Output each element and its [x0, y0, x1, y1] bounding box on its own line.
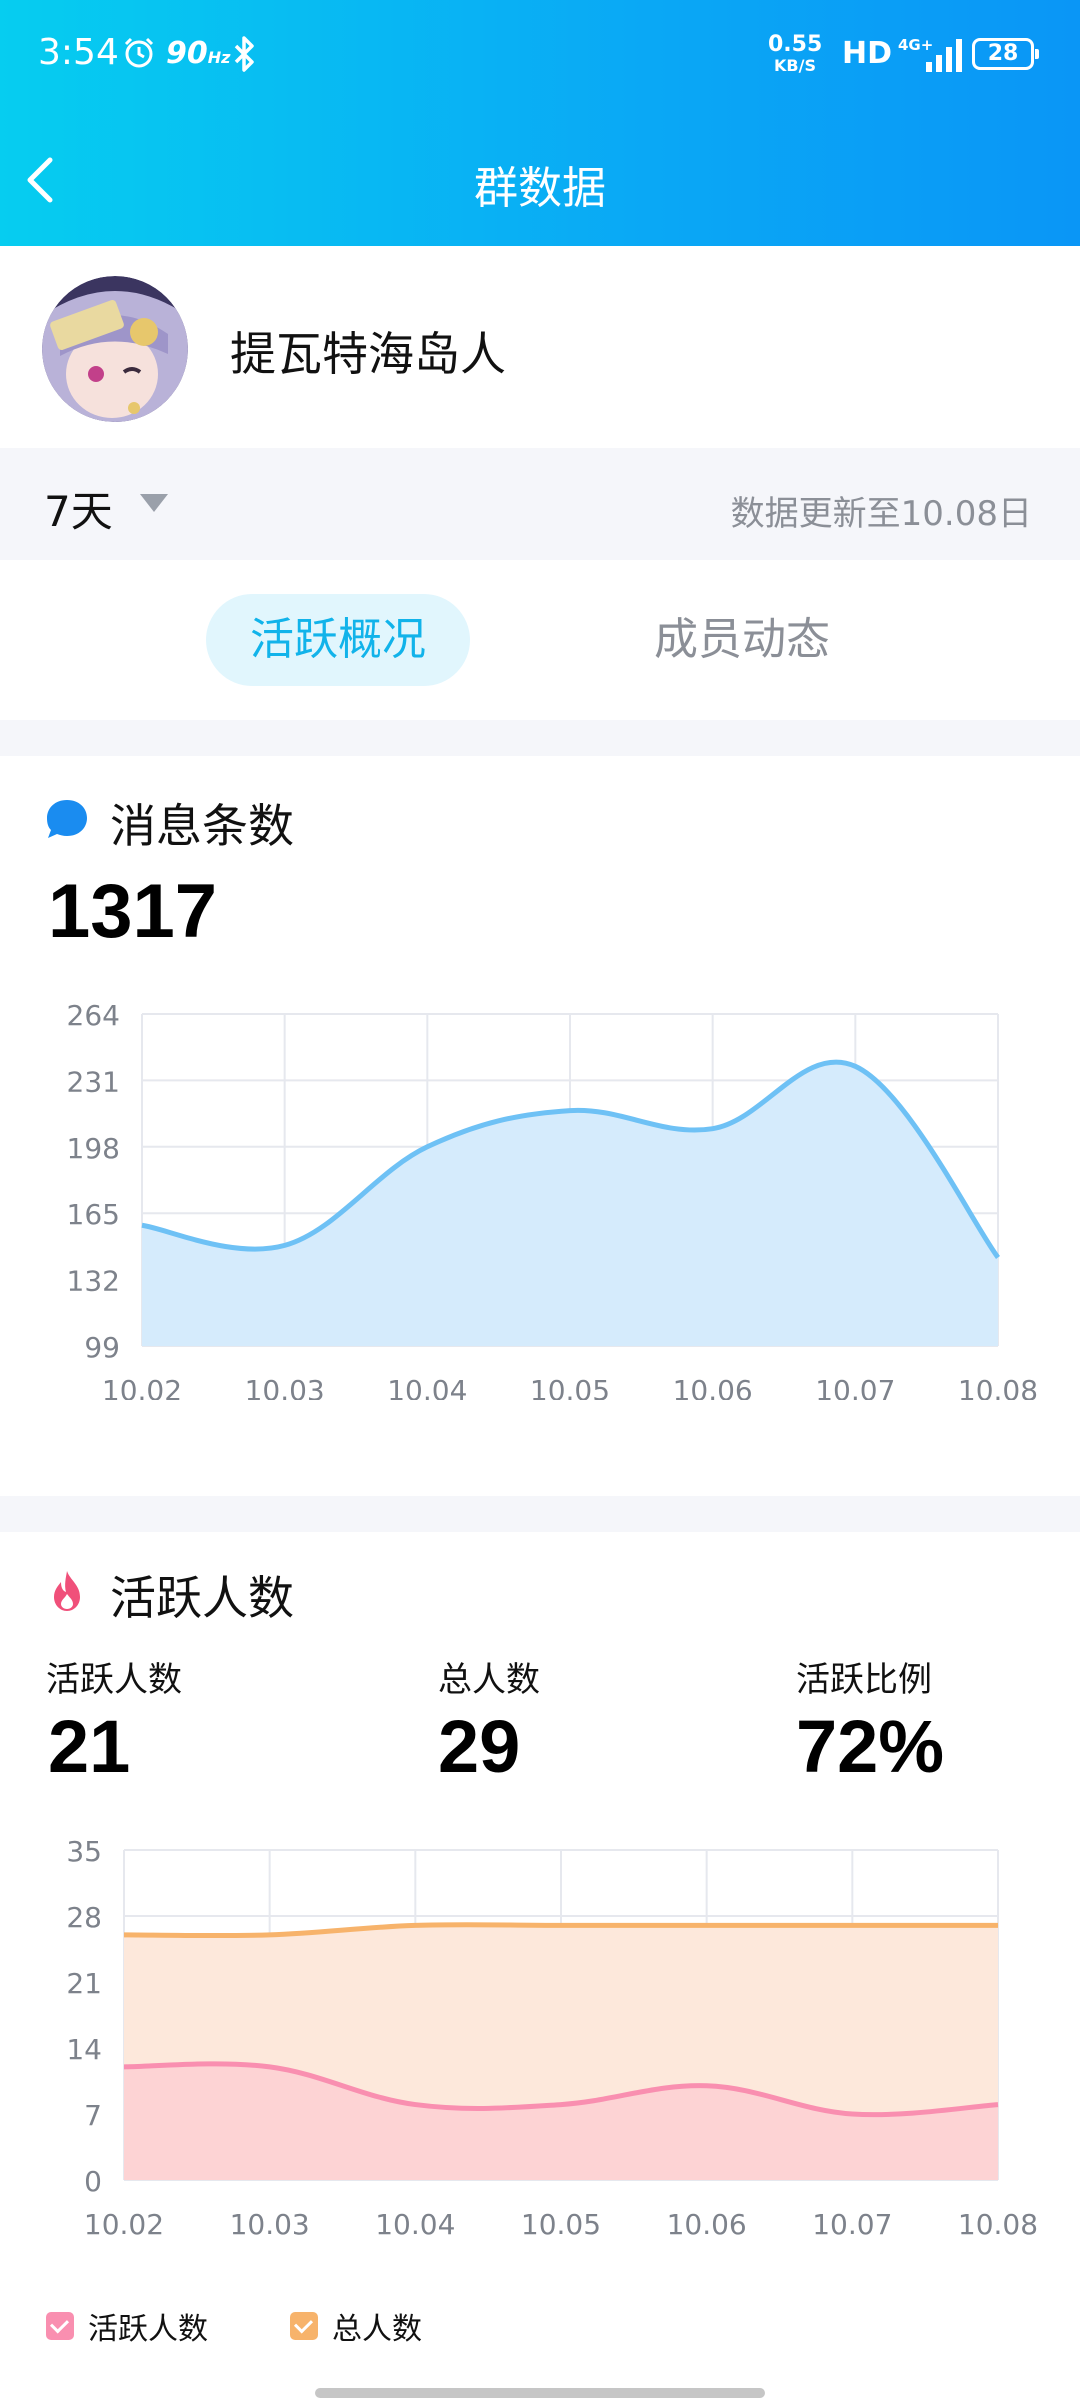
- messages-total: 1317: [48, 869, 218, 954]
- dropdown-arrow-icon[interactable]: [140, 494, 168, 512]
- active-chart-x-tick: 10.06: [667, 2208, 747, 2241]
- section-divider: [0, 1496, 1080, 1532]
- active-title: 活跃人数: [110, 1571, 294, 1625]
- home-indicator[interactable]: [315, 2388, 765, 2398]
- active-chart-x-tick: 10.08: [958, 2208, 1038, 2241]
- active-chart-y-tick: 7: [84, 2099, 102, 2132]
- messages-title: 消息条数: [110, 799, 294, 853]
- messages-chart: 99 132 165 198 231 264 10.02 10.03 10.04 10.05 10.…: [67, 999, 1039, 1400]
- messages-chart-x-tick: 10.04: [387, 1374, 467, 1400]
- active-chart-x-tick: 10.04: [375, 2208, 455, 2241]
- tab-bar: 活跃概况 成员动态: [0, 560, 1080, 720]
- bluetooth-icon: [234, 36, 254, 72]
- messages-chart-y-tick: 231: [67, 1065, 120, 1098]
- messages-chart-y-tick: 264: [67, 999, 120, 1032]
- stat-total-label: 总人数: [438, 1660, 540, 1700]
- active-chart-y-tick: 28: [66, 1901, 102, 1934]
- messages-chart-y-tick: 132: [67, 1265, 120, 1298]
- active-chart-y-tick: 0: [84, 2165, 102, 2198]
- hd-indicator: HD: [842, 36, 893, 71]
- active-chart-x-tick: 10.02: [84, 2208, 164, 2241]
- alarm-icon: [124, 37, 154, 68]
- active-chart-y-tick: 14: [66, 2033, 102, 2066]
- messages-chart-x-tick: 10.02: [102, 1374, 182, 1400]
- messages-chart-x-tick: 10.06: [673, 1374, 753, 1400]
- messages-chart-x-tick: 10.07: [815, 1374, 895, 1400]
- status-bar: 3:54 90Hz 0.55 KB/S HD 4G+ 28: [0, 0, 1080, 112]
- stat-active-label: 活跃人数: [46, 1660, 182, 1700]
- messages-chart-x-tick: 10.08: [958, 1374, 1038, 1400]
- active-chart-x-tick: 10.03: [230, 2208, 310, 2241]
- battery-level: 28: [987, 41, 1019, 66]
- page-title: 群数据: [474, 163, 606, 214]
- fire-icon: [54, 1571, 80, 1611]
- group-avatar[interactable]: [42, 276, 188, 422]
- stat-total-value: 29: [438, 1705, 521, 1788]
- update-info: 数据更新至10.08日: [730, 494, 1032, 534]
- active-chart-x-tick: 10.05: [521, 2208, 601, 2241]
- status-time: 3:54: [38, 32, 119, 73]
- legend-label-active: 活跃人数: [88, 2312, 208, 2347]
- active-members-chart: 0 7 14 21 28 35 10.02 10.03 10.04 10.05 10.06 10.07…: [66, 1835, 1038, 2241]
- net-speed: 0.55 KB/S: [768, 32, 823, 75]
- messages-chart-x-tick: 10.03: [245, 1374, 325, 1400]
- tab-member-activity[interactable]: 成员动态: [612, 594, 872, 686]
- messages-chart-y-tick: 165: [67, 1198, 120, 1231]
- legend-swatch-active: [46, 2312, 74, 2340]
- signal-icon: [926, 39, 962, 72]
- legend-swatch-total: [290, 2312, 318, 2340]
- stat-ratio-label: 活跃比例: [796, 1660, 932, 1700]
- messages-chart-x-tick: 10.05: [530, 1374, 610, 1400]
- messages-chart-y-tick: 198: [67, 1132, 120, 1165]
- refresh-rate: 90Hz: [166, 36, 231, 71]
- group-name: 提瓦特海岛人: [230, 327, 506, 381]
- legend-item-active[interactable]: 活跃人数: [46, 2304, 208, 2348]
- filter-bar: 7天 数据更新至10.08日: [0, 448, 1080, 560]
- chat-bubble-icon: [47, 800, 87, 838]
- legend-item-total[interactable]: 总人数: [290, 2304, 422, 2348]
- date-range-select[interactable]: 7天: [44, 478, 113, 539]
- active-chart-y-tick: 21: [66, 1967, 102, 2000]
- nav-bar: 群数据: [0, 112, 1080, 246]
- section-divider: [0, 720, 1080, 756]
- legend-label-total: 总人数: [332, 2312, 422, 2347]
- messages-chart-y-tick: 99: [84, 1331, 120, 1364]
- active-chart-x-tick: 10.07: [812, 2208, 892, 2241]
- stat-active-value: 21: [48, 1705, 131, 1788]
- battery-icon: 28: [972, 38, 1039, 70]
- group-header: 提瓦特海岛人: [0, 246, 1080, 448]
- tab-activity-overview[interactable]: 活跃概况: [206, 594, 470, 686]
- active-chart-y-tick: 35: [66, 1835, 102, 1868]
- stat-ratio-value: 72%: [796, 1705, 945, 1788]
